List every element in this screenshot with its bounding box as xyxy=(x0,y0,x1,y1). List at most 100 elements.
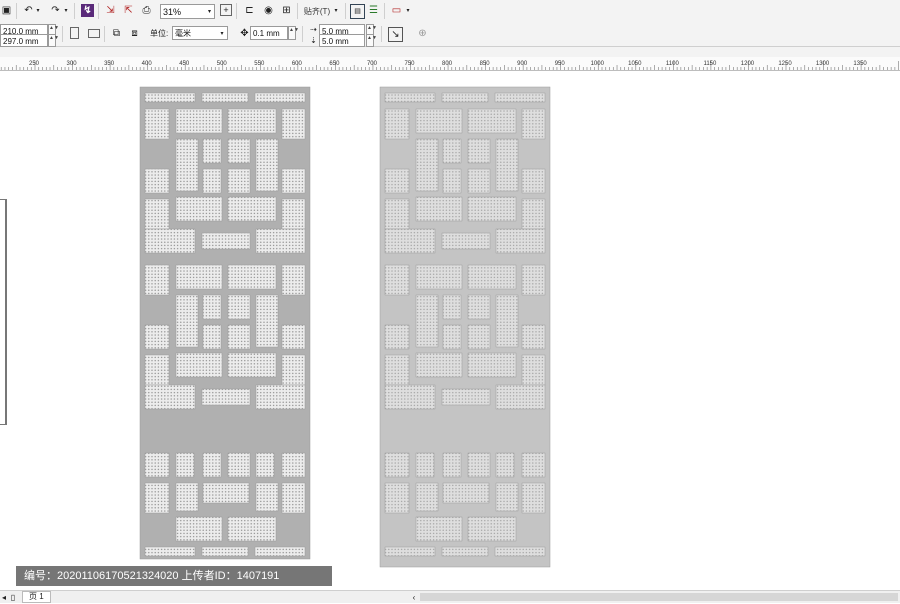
duplicate-y-spinner[interactable]: ▲▼ xyxy=(366,34,377,47)
all-pages-icon[interactable]: ⧉ xyxy=(110,27,123,40)
screen-panel-right-cell xyxy=(467,138,491,164)
import-icon[interactable]: ⇲ xyxy=(104,4,117,17)
print-icon[interactable]: ⎙ xyxy=(140,4,153,17)
screen-panel-right-cell xyxy=(415,264,463,290)
screen-panel-right-cell xyxy=(495,482,519,512)
page-height-field[interactable]: 297.0 mm xyxy=(0,34,48,47)
launch-dropdown-icon[interactable]: ▾ xyxy=(404,4,412,17)
full-screen-icon[interactable]: ⊏ xyxy=(243,4,256,17)
screen-panel-right-cell xyxy=(384,354,410,386)
screen-panel-right-cell xyxy=(442,452,462,478)
units-dropdown-icon[interactable]: ▾ xyxy=(218,27,226,40)
screen-panel-right-cell xyxy=(494,546,546,557)
page-tab[interactable]: 页 1 xyxy=(22,591,51,603)
screen-panel-left-cell xyxy=(227,168,251,194)
screen-panel-left-cell xyxy=(144,228,196,254)
screen-panel-left-cell xyxy=(202,294,222,320)
ruler-label: 900 xyxy=(517,61,528,67)
welcome-screen-icon[interactable]: ▤ xyxy=(350,4,365,19)
ruler-ticks: 250 300 350 400 450 500 550 600 650 700 750 800 850 9… xyxy=(0,61,899,70)
nudge-distance-field[interactable]: 0.1 mm xyxy=(250,26,288,40)
screen-panel-right-cell xyxy=(384,198,410,230)
redo-dropdown-icon[interactable]: ▾ xyxy=(62,4,70,17)
screen-panel-right-cell xyxy=(521,264,546,296)
options-icon[interactable]: ☰ xyxy=(367,4,380,17)
toolbar-gap xyxy=(0,47,900,57)
screen-panel-right-cell xyxy=(521,168,546,194)
screen-panel-left-cell xyxy=(202,482,250,504)
separator xyxy=(74,3,75,19)
canvas[interactable] xyxy=(0,71,900,590)
design-drawing xyxy=(139,86,551,568)
screen-panel-right-cell xyxy=(442,294,462,320)
screen-panel-right-cell xyxy=(442,168,462,194)
ruler-label: 1300 xyxy=(816,61,830,67)
separator xyxy=(381,26,382,42)
screen-panel-left-cell xyxy=(227,196,277,222)
screen-panel-right-cell xyxy=(467,108,517,134)
screen-panel-left-cell xyxy=(144,384,196,410)
ruler-label: 1100 xyxy=(666,61,680,67)
screen-panel-left-cell xyxy=(254,92,306,103)
guidelines-icon[interactable]: ⊞ xyxy=(280,4,293,17)
rulers-icon[interactable]: ◉ xyxy=(262,4,275,17)
separator xyxy=(62,26,63,42)
separator xyxy=(236,3,237,19)
screen-panel-left-cell xyxy=(202,452,222,478)
screen-panel-left-cell xyxy=(202,168,222,194)
screen-panel-left-cell xyxy=(202,324,222,350)
horizontal-ruler[interactable]: 250 300 350 400 450 500 550 600 650 700 750 800 850 9… xyxy=(0,57,900,71)
screen-panel-right-cell xyxy=(384,168,410,194)
ruler-label: 1250 xyxy=(778,61,792,67)
screen-panel-right-cell xyxy=(384,384,436,410)
screen-panel-right-cell xyxy=(495,228,546,254)
landscape-icon[interactable] xyxy=(88,29,100,38)
separator xyxy=(345,3,346,19)
screen-panel-right-cell xyxy=(521,452,546,478)
screen-panel-left-cell xyxy=(281,168,306,194)
screen-panel-left-cell xyxy=(281,198,306,230)
duplicate-y-field[interactable]: 5.0 mm xyxy=(319,34,365,47)
paste-icon[interactable]: ▣ xyxy=(0,4,13,17)
ruler-label: 1050 xyxy=(628,61,642,67)
status-bar: ◂ ▯ 页 1 ‹ xyxy=(0,590,900,603)
screen-panel-left-cell xyxy=(227,138,251,164)
snap-dropdown-icon[interactable]: ▾ xyxy=(332,4,340,17)
ruler-label: 1150 xyxy=(703,61,717,67)
screen-panel-left-cell xyxy=(281,354,306,386)
portrait-icon[interactable] xyxy=(70,27,79,39)
screen-panel-right-cell xyxy=(521,482,546,514)
screen-panel-right-cell xyxy=(495,294,519,348)
zoom-fit-icon[interactable]: + xyxy=(220,4,232,16)
screen-panel-left-cell xyxy=(227,324,251,350)
screen-panel-right-cell xyxy=(494,92,546,103)
current-page-icon[interactable]: ⧈ xyxy=(128,27,141,40)
screen-panel-right-cell xyxy=(415,452,435,478)
add-page-icon[interactable]: ⊕ xyxy=(416,27,429,40)
ruler-label: 600 xyxy=(292,61,303,67)
screen-panel-right-cell xyxy=(441,388,491,406)
nudge-spinner[interactable]: ▲▼ xyxy=(288,26,299,40)
snap-to-menu[interactable]: 贴齐(T) xyxy=(302,3,332,19)
scroll-left-icon[interactable]: ‹ xyxy=(410,591,418,604)
screen-panel-right-cell xyxy=(415,138,439,192)
treat-as-filled-icon[interactable]: ↘ xyxy=(388,27,403,42)
redo-icon[interactable]: ↷ xyxy=(49,4,62,17)
launch-icon[interactable]: ▭ xyxy=(390,4,403,17)
screen-panel-right-cell xyxy=(521,198,546,230)
app-launcher-icon[interactable]: ↯ xyxy=(81,4,94,17)
screen-panel-left-cell xyxy=(144,452,170,478)
page-height-spinner[interactable]: ▲▼ xyxy=(48,34,59,47)
undo-dropdown-icon[interactable]: ▾ xyxy=(34,4,42,17)
page-icon: ▯ xyxy=(10,592,16,602)
zoom-dropdown-icon[interactable]: ▾ xyxy=(205,5,214,18)
horizontal-scrollbar[interactable] xyxy=(420,593,898,601)
export-icon[interactable]: ⇱ xyxy=(122,4,135,17)
screen-panel-left-cell xyxy=(144,168,170,194)
screen-panel-left-cell xyxy=(144,198,170,230)
screen-panel-right-cell xyxy=(521,108,546,140)
ruler-label: 700 xyxy=(367,61,378,67)
screen-panel-left-cell xyxy=(144,108,170,140)
ruler-label: 950 xyxy=(555,61,566,67)
first-page-icon[interactable]: ◂ xyxy=(0,591,8,604)
